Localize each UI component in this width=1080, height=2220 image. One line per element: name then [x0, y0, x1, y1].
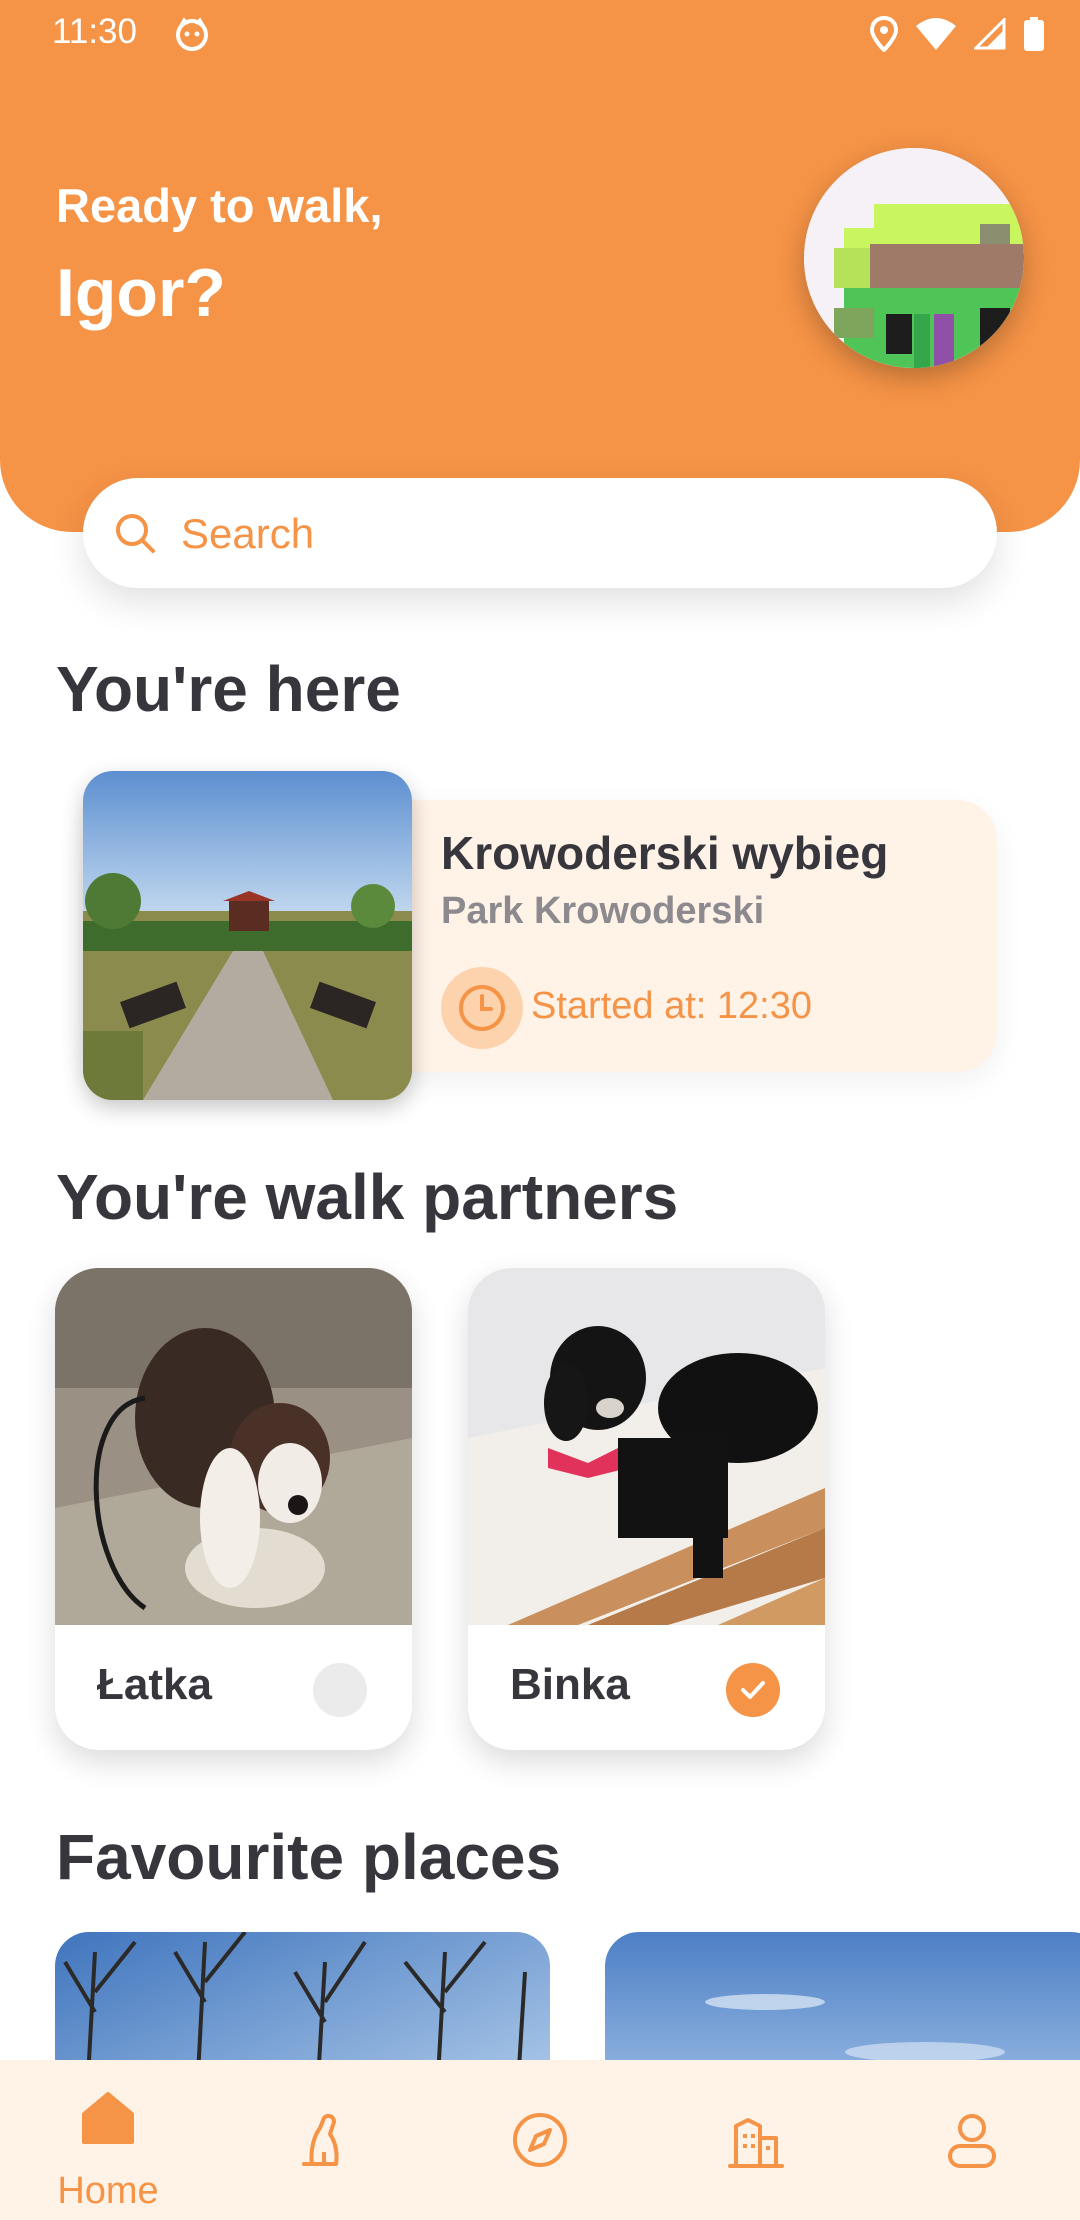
section-title-favourite-places: Favourite places — [56, 1821, 562, 1893]
check-icon — [741, 1681, 765, 1699]
avatar[interactable] — [804, 148, 1024, 368]
place-photo — [83, 771, 412, 1100]
status-time: 11:30 — [52, 12, 137, 51]
nav-item-places[interactable] — [648, 2060, 864, 2220]
avatar-pixel-art — [804, 148, 1024, 368]
dog-icon — [302, 2113, 339, 2166]
nav-item-explore[interactable] — [432, 2060, 648, 2220]
dog-card-latka[interactable]: Łatka — [55, 1268, 412, 1750]
dog-photo — [55, 1268, 412, 1625]
greeting-text: Ready to walk, — [56, 179, 383, 232]
battery-icon — [1024, 17, 1044, 51]
signal-icon — [974, 18, 1006, 50]
cat-notification-icon — [176, 17, 208, 51]
dog-name: Binka — [510, 1660, 630, 1709]
dog-photo — [468, 1268, 825, 1625]
search-input[interactable] — [179, 500, 963, 568]
dog-select-toggle[interactable] — [313, 1663, 367, 1717]
buildings-icon — [728, 2118, 784, 2168]
search-bar[interactable] — [83, 478, 997, 588]
wifi-icon — [916, 18, 956, 50]
nav-item-profile[interactable] — [864, 2060, 1080, 2220]
nav-item-home[interactable]: Home — [0, 2060, 216, 2220]
walk-start-time: Started at: 12:30 — [531, 985, 812, 1027]
status-bar: 11:30 — [0, 0, 1080, 66]
profile-icon — [948, 2114, 996, 2168]
dog-name: Łatka — [97, 1660, 212, 1709]
search-icon — [116, 514, 155, 553]
username-text: Igor? — [56, 255, 226, 331]
home-icon — [82, 2092, 134, 2144]
location-icon — [870, 16, 898, 52]
park-name: Park Krowoderski — [441, 890, 765, 932]
clock-badge — [441, 967, 523, 1049]
dog-card-binka[interactable]: Binka — [468, 1268, 825, 1750]
nav-item-dogs[interactable] — [216, 2060, 432, 2220]
place-name: Krowoderski wybieg — [441, 827, 889, 879]
nav-label-home: Home — [57, 2170, 159, 2212]
compass-icon — [513, 2113, 567, 2167]
dog-select-toggle[interactable] — [726, 1663, 780, 1717]
section-title-youre-here: You're here — [56, 653, 401, 725]
bottom-navigation: Home — [0, 2060, 1080, 2220]
section-title-walk-partners: You're walk partners — [56, 1161, 679, 1233]
clock-icon — [459, 985, 505, 1031]
